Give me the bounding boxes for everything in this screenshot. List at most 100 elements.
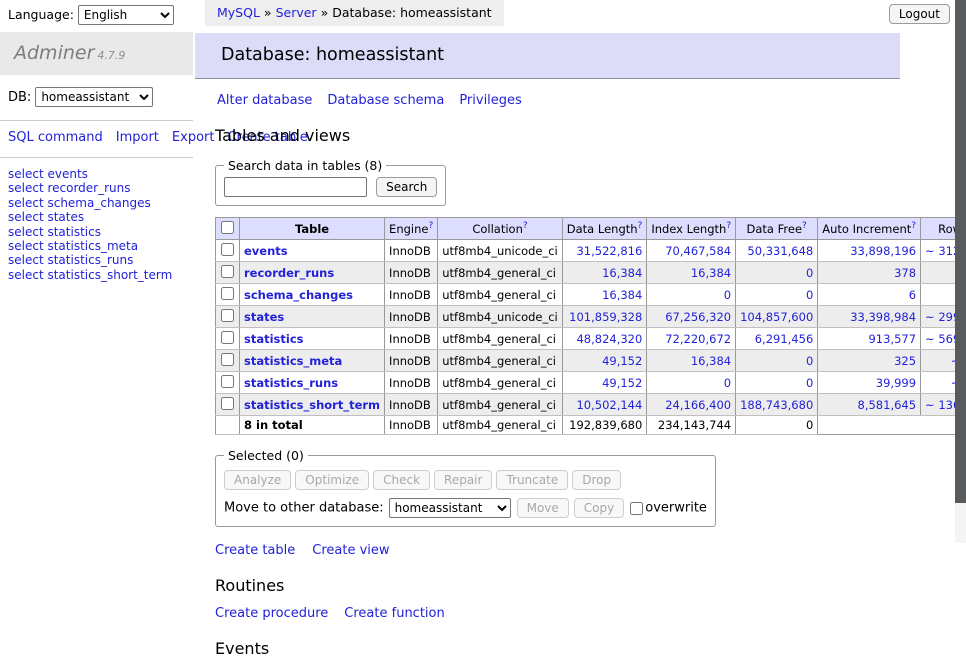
create-view-link[interactable]: Create view bbox=[312, 543, 389, 558]
help-link[interactable]: ? bbox=[802, 221, 807, 231]
truncate-button[interactable]: Truncate bbox=[496, 470, 568, 490]
row-checkbox[interactable] bbox=[221, 265, 234, 278]
sql-command-link[interactable]: SQL command bbox=[8, 130, 103, 145]
auto-increment-link[interactable]: 33,398,984 bbox=[850, 310, 916, 324]
column-label: Engine bbox=[389, 222, 428, 236]
table-name-cell: events bbox=[240, 240, 385, 262]
move-db-select[interactable]: homeassistant bbox=[389, 498, 511, 518]
row-checkbox[interactable] bbox=[221, 353, 234, 366]
index-length-link[interactable]: 67,256,320 bbox=[665, 310, 731, 324]
data-free-link[interactable]: 50,331,648 bbox=[747, 244, 813, 258]
auto-increment-link[interactable]: 6 bbox=[909, 288, 916, 302]
index-length-link[interactable]: 70,467,584 bbox=[665, 244, 731, 258]
create-table-link[interactable]: Create table bbox=[215, 543, 295, 558]
move-button[interactable]: Move bbox=[517, 498, 569, 518]
data-length-link[interactable]: 48,824,320 bbox=[576, 332, 642, 346]
index-length-link[interactable]: 16,384 bbox=[691, 266, 731, 280]
overwrite-checkbox[interactable] bbox=[630, 502, 643, 515]
select-all-cell bbox=[216, 218, 240, 240]
total-data-length-cell: 192,839,680 bbox=[562, 416, 647, 435]
create-function-link[interactable]: Create function bbox=[344, 606, 444, 621]
auto-increment-link[interactable]: 913,577 bbox=[868, 332, 916, 346]
data-length-link[interactable]: 10,502,144 bbox=[576, 398, 642, 412]
sidebar-select-link[interactable]: select events bbox=[8, 167, 88, 181]
analyze-button[interactable]: Analyze bbox=[224, 470, 291, 490]
optimize-button[interactable]: Optimize bbox=[295, 470, 369, 490]
sidebar-select-link[interactable]: select recorder_runs bbox=[8, 181, 131, 195]
row-checkbox[interactable] bbox=[221, 375, 234, 388]
logout-button[interactable]: Logout bbox=[889, 4, 950, 24]
sidebar-select-link[interactable]: select statistics_runs bbox=[8, 253, 133, 267]
data-free-link[interactable]: 0 bbox=[806, 376, 813, 390]
help-link[interactable]: ? bbox=[523, 221, 528, 231]
drop-button[interactable]: Drop bbox=[572, 470, 621, 490]
index-length-link[interactable]: 0 bbox=[724, 376, 731, 390]
index-length-link[interactable]: 72,220,672 bbox=[665, 332, 731, 346]
table-name-link[interactable]: statistics bbox=[244, 332, 304, 346]
repair-button[interactable]: Repair bbox=[434, 470, 492, 490]
index-length-link[interactable]: 0 bbox=[724, 288, 731, 302]
data-free-link[interactable]: 6,291,456 bbox=[755, 332, 814, 346]
row-checkbox[interactable] bbox=[221, 243, 234, 256]
total-collation-cell: utf8mb4_general_ci bbox=[438, 416, 563, 435]
auto-increment-link[interactable]: 39,999 bbox=[876, 376, 916, 390]
sidebar-select-link[interactable]: select schema_changes bbox=[8, 196, 151, 210]
row-checkbox[interactable] bbox=[221, 309, 234, 322]
privileges-link[interactable]: Privileges bbox=[459, 93, 522, 108]
scrollbar-thumb[interactable] bbox=[955, 0, 966, 503]
breadcrumb-mysql-link[interactable]: MySQL bbox=[217, 5, 260, 20]
table-name-link[interactable]: statistics_meta bbox=[244, 354, 342, 368]
auto-increment-link[interactable]: 378 bbox=[894, 266, 916, 280]
help-link[interactable]: ? bbox=[911, 221, 916, 231]
table-name-link[interactable]: schema_changes bbox=[244, 288, 353, 302]
table-name-link[interactable]: states bbox=[244, 310, 284, 324]
data-free-link[interactable]: 104,857,600 bbox=[740, 310, 813, 324]
select-all-checkbox[interactable] bbox=[221, 221, 234, 234]
db-select[interactable]: homeassistant bbox=[35, 87, 153, 107]
sidebar-select-link[interactable]: select states bbox=[8, 210, 84, 224]
row-checkbox[interactable] bbox=[221, 397, 234, 410]
search-input[interactable] bbox=[224, 177, 367, 197]
search-fieldset: Search data in tables (8) Search bbox=[215, 158, 446, 206]
sidebar-select-link[interactable]: select statistics bbox=[8, 225, 101, 239]
data-free-link[interactable]: 188,743,680 bbox=[740, 398, 813, 412]
data-length-link[interactable]: 31,522,816 bbox=[576, 244, 642, 258]
sidebar-select-link[interactable]: select statistics_short_term bbox=[8, 268, 172, 282]
data-length-link[interactable]: 16,384 bbox=[602, 288, 642, 302]
page-scrollbar[interactable] bbox=[955, 0, 966, 543]
data-length-link[interactable]: 49,152 bbox=[602, 376, 642, 390]
language-select[interactable]: English bbox=[78, 5, 174, 25]
help-link[interactable]: ? bbox=[726, 221, 731, 231]
check-button[interactable]: Check bbox=[373, 470, 430, 490]
language-row: Language:English bbox=[0, 0, 193, 32]
table-name-link[interactable]: events bbox=[244, 244, 288, 258]
create-procedure-link[interactable]: Create procedure bbox=[215, 606, 328, 621]
data-length-link[interactable]: 101,859,328 bbox=[569, 310, 642, 324]
copy-button[interactable]: Copy bbox=[574, 498, 624, 518]
help-link[interactable]: ? bbox=[428, 221, 433, 231]
database-schema-link[interactable]: Database schema bbox=[327, 93, 444, 108]
data-length-link[interactable]: 16,384 bbox=[602, 266, 642, 280]
index-length-link[interactable]: 16,384 bbox=[691, 354, 731, 368]
help-link[interactable]: ? bbox=[638, 221, 643, 231]
data-length-link[interactable]: 49,152 bbox=[602, 354, 642, 368]
breadcrumb-server-link[interactable]: Server bbox=[276, 5, 317, 20]
table-name-link[interactable]: statistics_short_term bbox=[244, 398, 380, 412]
data-free-link[interactable]: 0 bbox=[806, 266, 813, 280]
collation-cell: utf8mb4_general_ci bbox=[438, 372, 563, 394]
search-button[interactable]: Search bbox=[376, 177, 437, 197]
table-name-link[interactable]: recorder_runs bbox=[244, 266, 334, 280]
table-name-link[interactable]: statistics_runs bbox=[244, 376, 338, 390]
data-free-link[interactable]: 0 bbox=[806, 354, 813, 368]
row-checkbox[interactable] bbox=[221, 331, 234, 344]
import-link[interactable]: Import bbox=[116, 130, 159, 145]
row-checkbox[interactable] bbox=[221, 287, 234, 300]
index-length-link[interactable]: 24,166,400 bbox=[665, 398, 731, 412]
auto-increment-link[interactable]: 325 bbox=[894, 354, 916, 368]
sidebar-select-link[interactable]: select statistics_meta bbox=[8, 239, 138, 253]
data-free-link[interactable]: 0 bbox=[806, 288, 813, 302]
auto-increment-link[interactable]: 8,581,645 bbox=[858, 398, 917, 412]
auto-increment-link[interactable]: 33,898,196 bbox=[850, 244, 916, 258]
overwrite-label[interactable]: overwrite bbox=[645, 501, 707, 516]
alter-database-link[interactable]: Alter database bbox=[217, 93, 312, 108]
